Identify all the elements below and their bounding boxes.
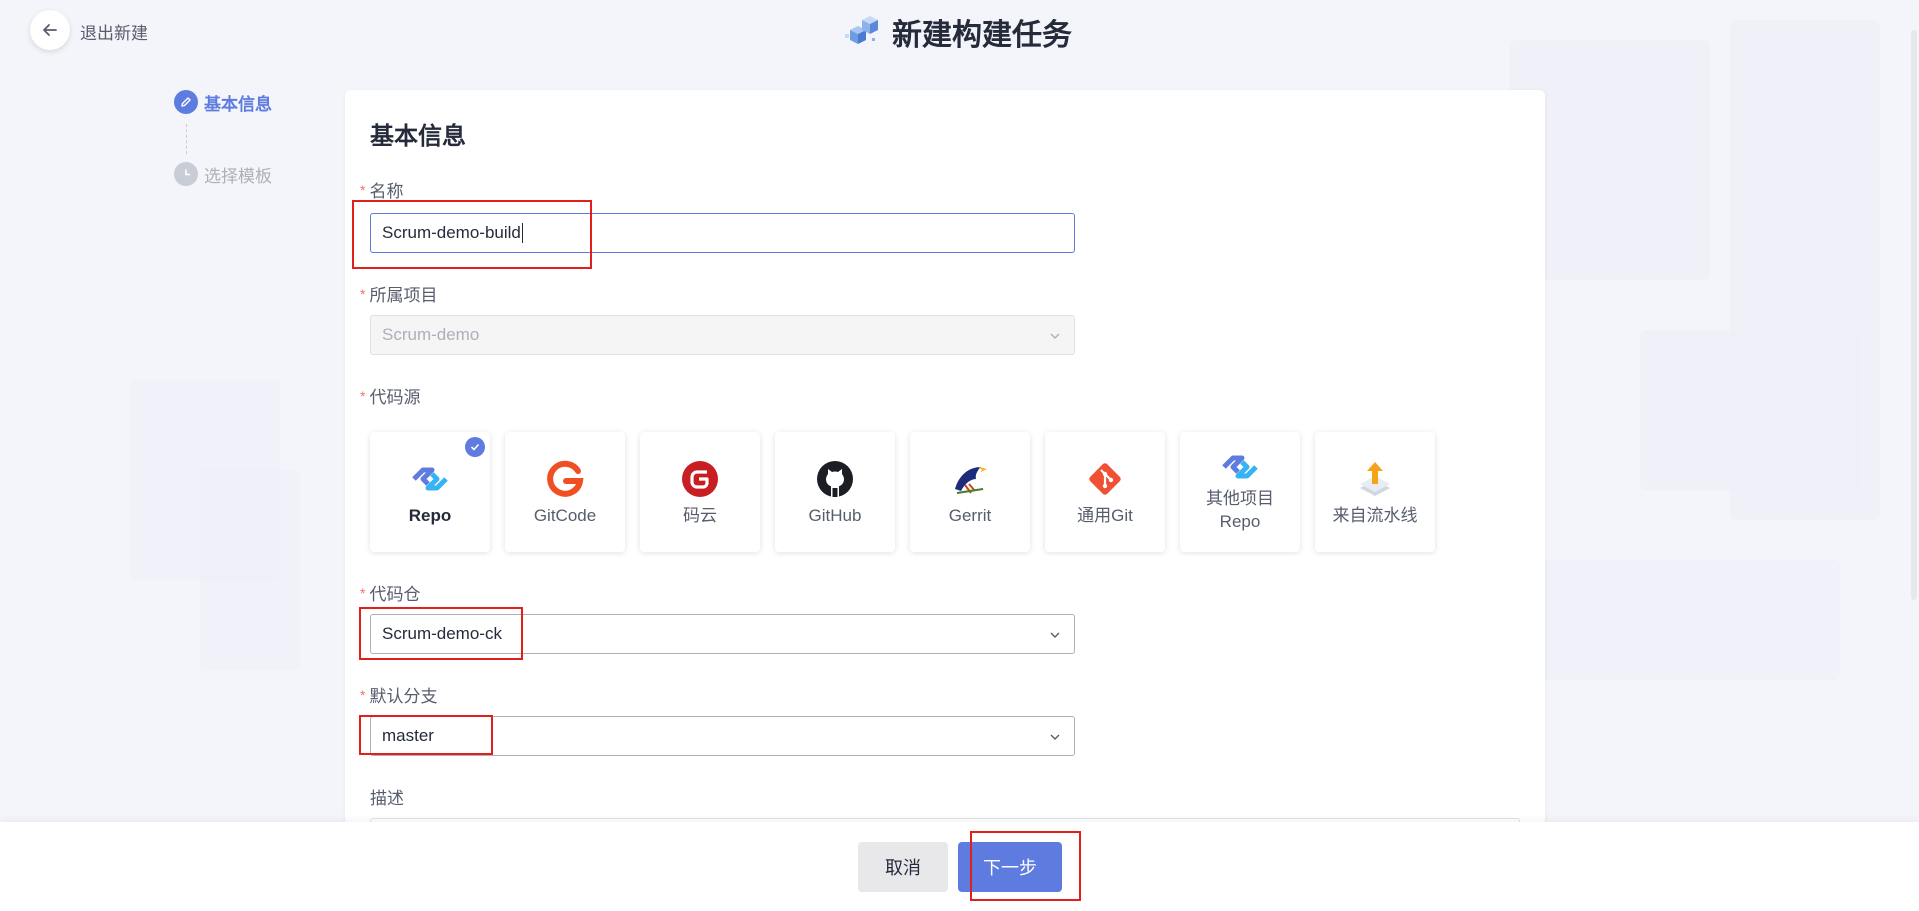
source-label: Repo xyxy=(408,505,452,525)
project-label: * 所属项目 xyxy=(360,286,438,305)
source-option-other-repo[interactable]: 其他项目 Repo xyxy=(1180,432,1300,552)
page-header: 新建构建任务 xyxy=(842,10,1072,54)
name-value: Scrum-demo-build xyxy=(382,223,521,242)
chevron-down-icon xyxy=(1050,734,1060,740)
background-decoration xyxy=(200,470,300,670)
basic-info-card: 基本信息 * 名称 Scrum-demo-build * 所属项目 Scrum-de… xyxy=(345,90,1545,911)
chevron-down-icon xyxy=(1050,632,1060,638)
footer-bar: 取消 下一步 xyxy=(0,822,1919,911)
required-mark: * xyxy=(360,286,366,302)
cancel-button[interactable]: 取消 xyxy=(858,842,948,892)
step-label: 基本信息 xyxy=(204,94,272,114)
source-label: 其他项目 Repo xyxy=(1206,489,1274,531)
other-repo-icon xyxy=(1220,450,1260,484)
source-option-gerrit[interactable]: Gerrit xyxy=(910,432,1030,552)
repo-value: Scrum-demo-ck xyxy=(382,624,502,643)
source-label: 通用Git xyxy=(1077,505,1133,525)
branch-select[interactable]: master xyxy=(370,716,1075,756)
source-label: 来自流水线 xyxy=(1332,505,1418,525)
back-button[interactable] xyxy=(30,10,70,50)
text-cursor xyxy=(521,223,523,243)
branch-label: * 默认分支 xyxy=(360,687,438,706)
step-label: 选择模板 xyxy=(204,166,272,186)
background-decoration xyxy=(1640,330,1860,490)
build-cubes-icon xyxy=(845,16,878,44)
source-option-gitcode[interactable]: GitCode xyxy=(505,432,625,552)
step-indicator: 基本信息 选择模板 xyxy=(174,88,272,188)
required-mark: * xyxy=(360,687,366,703)
page-title: 新建构建任务 xyxy=(892,19,1072,52)
name-label: * 名称 xyxy=(360,182,404,201)
source-option-git[interactable]: 通用Git xyxy=(1045,432,1165,552)
project-select[interactable]: Scrum-demo xyxy=(370,315,1075,355)
chevron-down-icon xyxy=(1050,333,1060,339)
required-mark: * xyxy=(360,585,366,601)
edit-icon xyxy=(174,90,198,114)
exit-create-link[interactable]: 退出新建 xyxy=(80,19,148,44)
code-source-options: Repo GitCode 码云 GitHub Gerrit 通用Git 其他项目… xyxy=(370,432,1435,552)
name-input[interactable]: Scrum-demo-build xyxy=(370,213,1075,253)
clock-icon xyxy=(174,162,198,186)
pipeline-icon xyxy=(1354,457,1396,501)
check-icon xyxy=(465,437,485,457)
step-connector xyxy=(186,124,187,154)
repo-label: * 代码仓 xyxy=(360,585,421,604)
project-value: Scrum-demo xyxy=(382,325,480,344)
scrollbar[interactable] xyxy=(1911,30,1917,600)
step-select-template[interactable]: 选择模板 xyxy=(174,160,272,188)
source-label: Gerrit xyxy=(948,505,992,525)
required-mark: * xyxy=(360,182,366,198)
repo-select[interactable]: Scrum-demo-ck xyxy=(370,614,1075,654)
gerrit-icon xyxy=(949,457,991,501)
source-label: * 代码源 xyxy=(360,388,421,407)
branch-value: master xyxy=(382,726,434,745)
source-label: GitCode xyxy=(533,505,597,525)
source-option-repo[interactable]: Repo xyxy=(370,432,490,552)
next-step-button[interactable]: 下一步 xyxy=(958,842,1062,892)
step-basic-info[interactable]: 基本信息 xyxy=(174,88,272,116)
gitee-icon xyxy=(681,457,719,501)
source-option-github[interactable]: GitHub xyxy=(775,432,895,552)
github-icon xyxy=(816,457,854,501)
source-label: GitHub xyxy=(808,505,862,525)
source-option-gitee[interactable]: 码云 xyxy=(640,432,760,552)
background-decoration xyxy=(1540,560,1840,680)
description-label: 描述 xyxy=(370,789,404,808)
git-icon xyxy=(1086,457,1124,501)
arrow-left-icon xyxy=(43,24,57,36)
required-mark: * xyxy=(360,388,366,404)
source-option-pipeline[interactable]: 来自流水线 xyxy=(1315,432,1435,552)
repo-icon xyxy=(410,457,450,501)
gitcode-icon xyxy=(545,457,585,501)
section-title: 基本信息 xyxy=(370,123,466,150)
source-label: 码云 xyxy=(683,505,717,525)
